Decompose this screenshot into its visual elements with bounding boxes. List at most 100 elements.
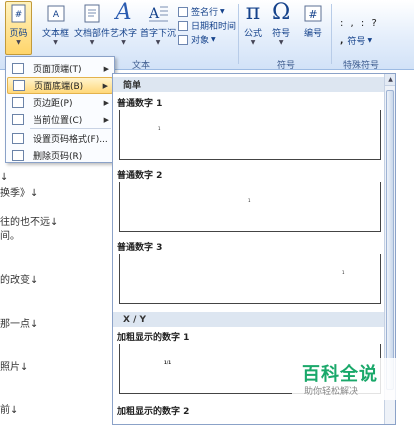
textbox-icon: A [47, 5, 64, 22]
scrollbar-thumb[interactable] [386, 90, 394, 390]
chevron-down-icon: ▼ [211, 36, 216, 43]
page-number-sample: 1 [342, 270, 345, 275]
chevron-down-icon: ▼ [278, 39, 284, 46]
chevron-right-icon: ▶ [103, 64, 109, 73]
watermark-subtitle: 助你轻松解决 [304, 387, 359, 397]
special-symbols-preview: : , : ? [340, 18, 379, 29]
gallery-item-name: 加粗显示的数字 2 [117, 407, 190, 417]
special-group-label: 特殊符号 [343, 61, 380, 71]
document-line: 照片↓ [0, 362, 29, 373]
document-line: 间。 [0, 231, 20, 242]
group-separator [331, 4, 332, 64]
menu-item-format-page-number[interactable]: 设置页码格式(F)... [7, 130, 113, 147]
gallery-item-name: 加粗显示的数字 1 [117, 333, 190, 343]
numbering-label: 编号 [303, 29, 322, 39]
gallery-section-header: 简单 [113, 77, 385, 92]
chevron-down-icon: ▼ [121, 39, 126, 46]
menu-item-label: 页面顶端(T) [33, 65, 82, 75]
pi-icon: π [245, 0, 261, 25]
chevron-down-icon: ▼ [155, 39, 161, 46]
scroll-up-icon[interactable]: ▲ [385, 74, 395, 86]
doc-parts-label: 文档部件 [74, 29, 111, 39]
document-line: 那一点↓ [0, 319, 39, 330]
dropcap-button[interactable]: A 首字下沉 ▼ [140, 4, 176, 46]
svg-text:A: A [52, 10, 59, 20]
svg-text:A: A [148, 6, 160, 22]
signature-line-button[interactable]: 签名行 ▼ [178, 5, 225, 18]
chevron-down-icon: ▼ [220, 8, 225, 15]
menu-item-page-margin[interactable]: 页边距(P) ▶ [7, 94, 113, 111]
numbering-icon: # [304, 5, 322, 22]
page-top-icon [12, 63, 24, 74]
textbox-button[interactable]: A 文本框 ▼ [42, 4, 69, 46]
chevron-down-icon: ▼ [16, 39, 21, 46]
gallery-item-name: 普通数字 3 [117, 243, 163, 253]
svg-text:#: # [14, 10, 22, 20]
gallery-item-name: 普通数字 2 [117, 171, 163, 181]
menu-item-page-bottom[interactable]: 页面底端(B) ▶ [7, 77, 113, 94]
page-number-sample: 1 [158, 126, 161, 131]
datetime-label: 日期和时间 [191, 22, 237, 32]
menu-item-delete-page-number[interactable]: 删除页码(R) [7, 147, 113, 164]
gallery-item-name: 普通数字 1 [117, 99, 163, 109]
menu-item-label: 设置页码格式(F)... [33, 135, 108, 145]
gallery-item-plain-number-1[interactable]: 1 [119, 110, 381, 160]
gallery-section-header: X / Y [113, 312, 385, 327]
document-line: 换季》↓ [0, 188, 39, 199]
menu-item-page-top[interactable]: 页面顶端(T) ▶ [7, 60, 113, 77]
gallery-item-plain-number-2[interactable]: 1 [119, 182, 381, 232]
chevron-right-icon: ▶ [102, 81, 108, 90]
chevron-right-icon: ▶ [103, 115, 109, 124]
wordart-icon: A [115, 0, 132, 25]
object-label: 对象 [191, 36, 210, 46]
gallery-item-plain-number-3[interactable]: 1 [119, 254, 381, 304]
symbol-button[interactable]: Ω 符号 ▼ [272, 0, 291, 47]
symbol-label: 符号 [272, 29, 291, 39]
doc-parts-icon [84, 4, 100, 23]
numbering-glyph: # [308, 8, 317, 21]
wordart-button[interactable]: A 艺术字 ▼ [110, 0, 138, 47]
formula-button[interactable]: π 公式 ▼ [244, 0, 263, 47]
chevron-down-icon: ▼ [89, 39, 95, 46]
object-icon [178, 34, 188, 45]
menu-item-current-position[interactable]: 当前位置(C) ▶ [7, 111, 113, 128]
document-line: 前↓ [0, 405, 19, 416]
document-line: 往的也不远↓ [0, 217, 59, 228]
special-symbol-button[interactable]: , 符号 ▼ [340, 34, 373, 48]
page-number-label: 页码 [9, 29, 28, 39]
menu-item-label: 删除页码(R) [33, 152, 83, 162]
current-position-icon [12, 114, 24, 125]
chevron-down-icon: ▼ [367, 37, 373, 44]
group-separator [238, 4, 239, 64]
numbering-button[interactable]: # 编号 [303, 4, 323, 39]
special-symbol-label: 符号 [347, 37, 366, 47]
comma-icon: , [340, 35, 344, 46]
calendar-icon [178, 20, 188, 31]
dropcap-icon: A [148, 6, 168, 22]
page-number-button[interactable]: # 页码 ▼ [5, 4, 32, 46]
omega-icon: Ω [272, 0, 291, 25]
text-group-label: 文本 [132, 61, 151, 71]
page-number-sample: 1/1 [164, 360, 172, 365]
page-number-menu: 页面顶端(T) ▶ 页面底端(B) ▶ 页边距(P) ▶ 当前位置(C) ▶ 设… [5, 56, 115, 163]
textbox-label: 文本框 [42, 29, 70, 39]
chevron-down-icon: ▼ [250, 39, 256, 46]
formula-label: 公式 [244, 29, 263, 39]
menu-item-label: 页面底端(B) [34, 82, 84, 92]
document-line: 的改变↓ [0, 275, 39, 286]
menu-item-label: 当前位置(C) [33, 116, 83, 126]
menu-item-label: 页边距(P) [33, 99, 73, 109]
delete-page-number-icon [12, 150, 24, 161]
page-bottom-icon [13, 80, 25, 91]
menu-separator [30, 128, 111, 129]
signature-icon [178, 6, 188, 17]
symbols-group-label: 符号 [277, 61, 296, 71]
page-number-sample: 1 [248, 198, 251, 203]
doc-parts-button[interactable]: 文档部件 ▼ [74, 4, 110, 46]
page-number-icon: # [11, 4, 25, 23]
wordart-label: 艺术字 [110, 29, 138, 39]
object-button[interactable]: 对象 ▼ [178, 33, 216, 46]
datetime-button[interactable]: 日期和时间 [178, 19, 236, 32]
document-line: ↓ [0, 172, 9, 183]
chevron-down-icon: ▼ [53, 39, 58, 46]
